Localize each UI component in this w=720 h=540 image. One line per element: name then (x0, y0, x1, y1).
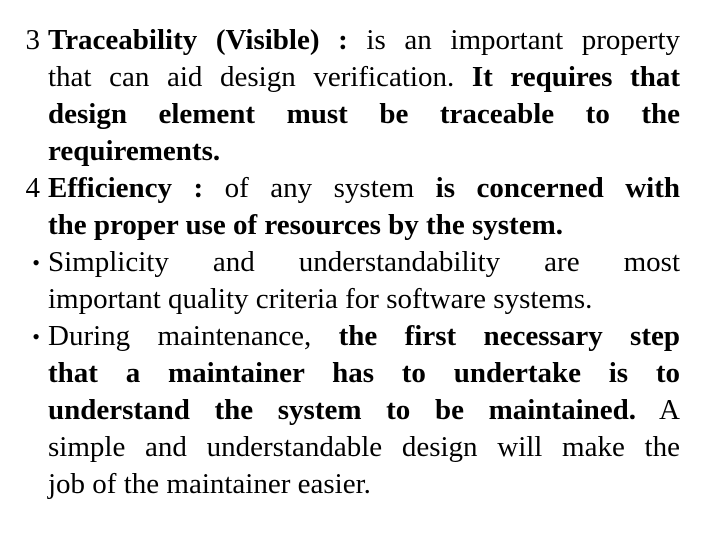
text-line: simple and understandable design will ma… (48, 429, 680, 466)
list-item-body: During maintenance, the first necessary … (48, 318, 680, 503)
list-item-body: Traceability (Visible) : is an important… (48, 22, 680, 170)
regular-text-run: During maintenance, (48, 320, 312, 352)
bold-text-run: requirements. (48, 135, 221, 167)
text-line: the proper use of resources by the syste… (48, 207, 680, 244)
regular-text-run: job of the maintainer easier. (48, 468, 371, 500)
list-number-marker: 4 (25, 172, 41, 204)
text-line: Efficiency : of any system is concerned … (48, 170, 680, 207)
bold-text-run: understand the system to be maintained. (48, 394, 637, 426)
numbered-list-item: 4 Efficiency : of any system is concerned… (0, 170, 720, 244)
regular-text-run: important quality criteria for software … (48, 283, 593, 315)
bold-text-run: the proper use of resources by the syste… (48, 209, 563, 241)
regular-text-run: that can aid design verification. (48, 61, 455, 93)
bold-text-run: Efficiency : (48, 172, 204, 204)
text-line: job of the maintainer easier. (48, 466, 680, 503)
regular-text-run: simple and understandable design will ma… (48, 431, 680, 463)
list-item-body: Simplicity and understandability are mos… (48, 244, 680, 318)
list-number-marker: 3 (25, 24, 41, 56)
text-line: that a maintainer has to undertake is to (48, 355, 680, 392)
regular-text-run: Simplicity and understandability are mos… (48, 246, 680, 278)
content-list: 3 Traceability (Visible) : is an importan… (0, 22, 720, 503)
bold-text-run: is concerned with (435, 172, 681, 204)
text-line: understand the system to be maintained. … (48, 392, 680, 429)
text-line: requirements. (48, 133, 680, 170)
slide-canvas: 3 Traceability (Visible) : is an importan… (0, 0, 720, 540)
bold-text-run: that a maintainer has to undertake is to (48, 357, 680, 389)
text-line: Simplicity and understandability are mos… (48, 244, 680, 281)
bullet-list-item: • Simplicity and understandability are mo… (0, 244, 720, 318)
numbered-list-item: 3 Traceability (Visible) : is an importan… (0, 22, 720, 170)
bullet-marker: • (32, 324, 40, 349)
regular-text-run: of any system (203, 172, 436, 204)
text-line: During maintenance, the first necessary … (48, 318, 680, 355)
bold-text-run: Traceability (Visible) : (48, 24, 348, 56)
bullet-list-item: • During maintenance, the first necessary… (0, 318, 720, 503)
bullet-marker: • (32, 250, 40, 275)
list-item-body: Efficiency : of any system is concerned … (48, 170, 680, 244)
text-line: that can aid design verification. It req… (48, 59, 680, 96)
bold-text-run: It requires that (454, 61, 680, 93)
bold-text-run: design element must be traceable to the (48, 98, 680, 130)
regular-text-run: A (636, 394, 680, 426)
text-line: design element must be traceable to the (48, 96, 680, 133)
regular-text-run: is an important property (347, 24, 681, 56)
text-line: important quality criteria for software … (48, 281, 680, 318)
bold-text-run: the first necessary step (311, 320, 680, 352)
text-line: Traceability (Visible) : is an important… (48, 22, 680, 59)
